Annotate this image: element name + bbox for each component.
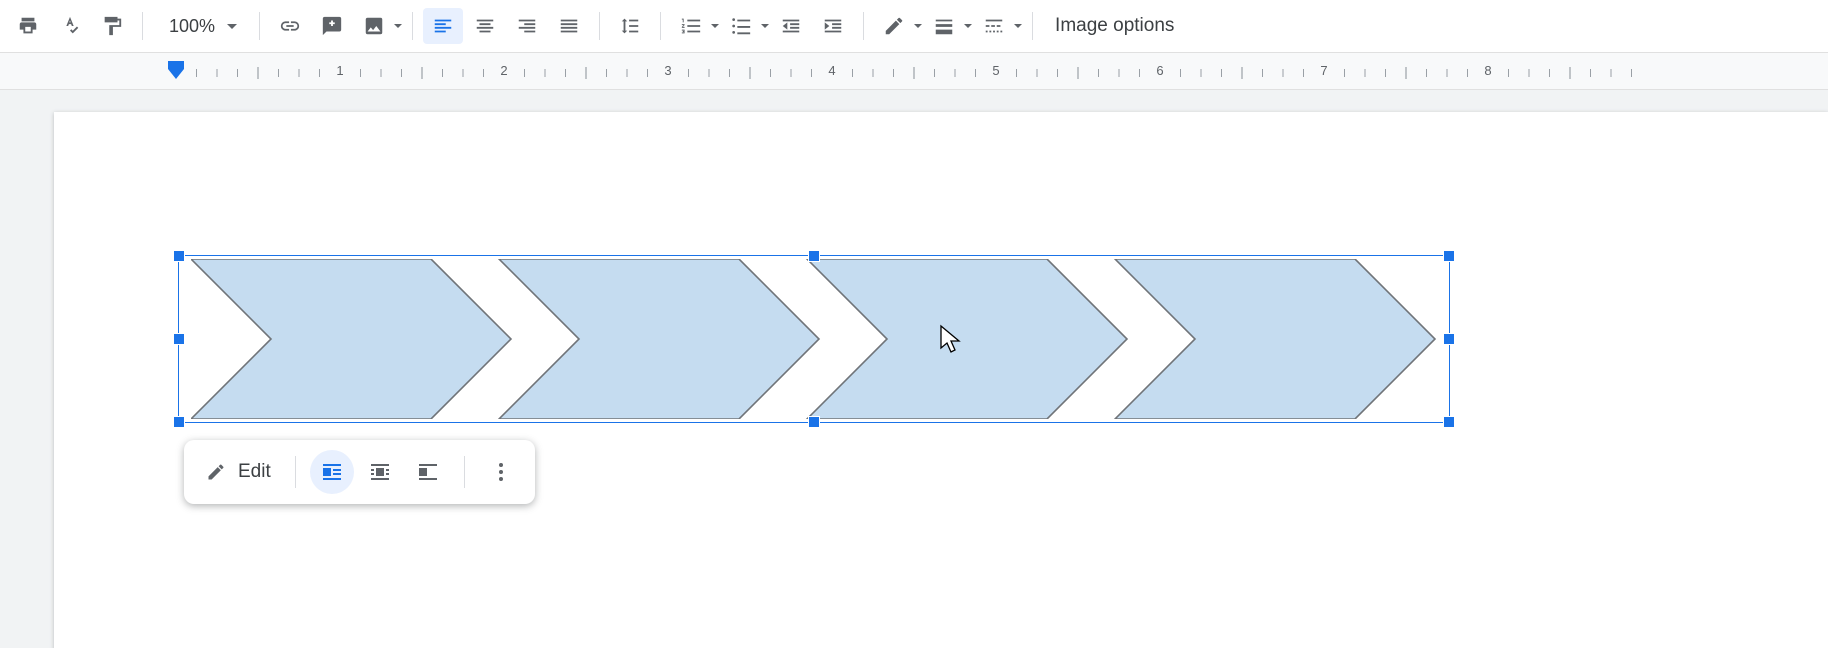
align-right-icon[interactable]	[507, 8, 547, 44]
increase-indent-icon[interactable]	[813, 8, 853, 44]
spellcheck-icon[interactable]	[50, 8, 90, 44]
resize-handle-tl[interactable]	[173, 250, 185, 262]
horizontal-ruler[interactable]: 1 2 3 4 5 6 7 8	[0, 53, 1828, 90]
border-weight-icon	[924, 8, 964, 44]
bulleted-list-icon	[721, 8, 761, 44]
separator	[259, 12, 260, 40]
separator	[660, 12, 661, 40]
main-toolbar: 100%	[0, 0, 1828, 53]
chevron-down-icon	[711, 24, 719, 28]
ruler-ticks: 1 2 3 4 5 6 7 8	[0, 65, 1828, 89]
bulleted-list-combo[interactable]	[721, 8, 769, 44]
separator	[412, 12, 413, 40]
chevron-down-icon	[964, 24, 972, 28]
resize-handle-mr[interactable]	[1443, 333, 1455, 345]
chevron-shapes	[191, 259, 1437, 419]
edit-button[interactable]: Edit	[196, 461, 281, 483]
resize-handle-bm[interactable]	[808, 416, 820, 428]
border-color-combo[interactable]	[874, 8, 922, 44]
align-left-icon[interactable]	[423, 8, 463, 44]
svg-text:3: 3	[664, 65, 671, 78]
separator	[863, 12, 864, 40]
svg-text:1: 1	[336, 65, 343, 78]
drawing-object[interactable]	[178, 255, 1450, 423]
resize-handle-tm[interactable]	[808, 250, 820, 262]
separator	[599, 12, 600, 40]
insert-image-icon	[354, 8, 394, 44]
separator	[1032, 12, 1033, 40]
align-justify-icon[interactable]	[549, 8, 589, 44]
mouse-cursor-icon	[939, 324, 963, 352]
svg-text:7: 7	[1320, 65, 1327, 78]
chevron-down-icon	[914, 24, 922, 28]
svg-text:8: 8	[1484, 65, 1491, 78]
pencil-icon	[874, 8, 914, 44]
separator	[464, 456, 465, 488]
document-canvas[interactable]: Edit	[0, 90, 1828, 648]
image-options-button[interactable]: Image options	[1043, 15, 1186, 37]
image-float-palette: Edit	[184, 440, 535, 504]
chevron-down-icon	[227, 24, 237, 29]
paint-format-icon[interactable]	[92, 8, 132, 44]
add-comment-icon[interactable]	[312, 8, 352, 44]
chevron-down-icon	[761, 24, 769, 28]
insert-link-icon[interactable]	[270, 8, 310, 44]
numbered-list-icon	[671, 8, 711, 44]
resize-handle-bl[interactable]	[173, 416, 185, 428]
line-spacing-icon[interactable]	[610, 8, 650, 44]
resize-handle-br[interactable]	[1443, 416, 1455, 428]
separator	[142, 12, 143, 40]
svg-text:5: 5	[992, 65, 999, 78]
decrease-indent-icon[interactable]	[771, 8, 811, 44]
indent-marker-icon[interactable]	[164, 61, 188, 83]
svg-text:2: 2	[500, 65, 507, 78]
chevron-down-icon	[394, 24, 402, 28]
wrap-inline-icon[interactable]	[310, 450, 354, 494]
numbered-list-combo[interactable]	[671, 8, 719, 44]
resize-handle-ml[interactable]	[173, 333, 185, 345]
svg-text:6: 6	[1156, 65, 1163, 78]
wrap-text-icon[interactable]	[358, 450, 402, 494]
print-icon[interactable]	[8, 8, 48, 44]
chevron-down-icon	[1014, 24, 1022, 28]
more-options-icon[interactable]	[479, 450, 523, 494]
insert-image-combo[interactable]	[354, 8, 402, 44]
svg-text:4: 4	[828, 65, 835, 78]
align-center-icon[interactable]	[465, 8, 505, 44]
zoom-value: 100%	[169, 16, 215, 37]
border-dash-icon	[974, 8, 1014, 44]
separator	[295, 456, 296, 488]
resize-handle-tr[interactable]	[1443, 250, 1455, 262]
border-dash-combo[interactable]	[974, 8, 1022, 44]
wrap-break-icon[interactable]	[406, 450, 450, 494]
border-weight-combo[interactable]	[924, 8, 972, 44]
zoom-combo[interactable]: 100%	[153, 16, 249, 37]
edit-label: Edit	[238, 461, 271, 483]
